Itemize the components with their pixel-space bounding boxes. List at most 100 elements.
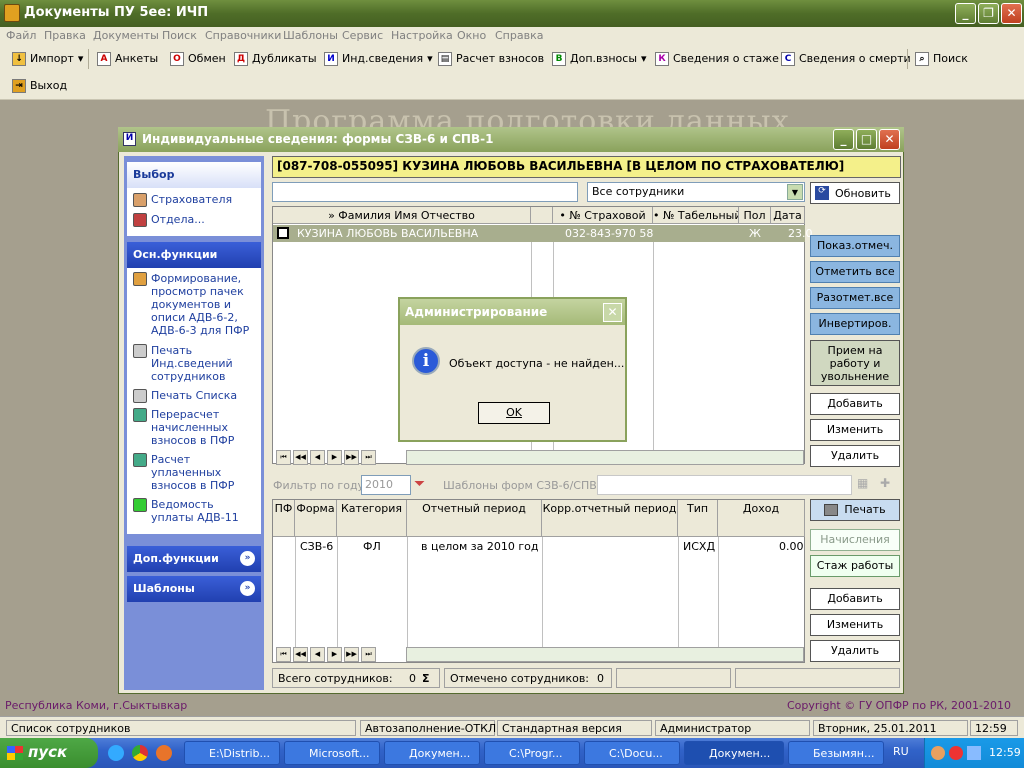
prev-record-button[interactable]: ◀ xyxy=(310,647,325,662)
sidebar-item-vedomost[interactable]: Ведомость уплаты АДВ-11 xyxy=(133,498,255,524)
search-input[interactable] xyxy=(272,182,578,202)
edit-form-button[interactable]: Изменить xyxy=(810,614,900,636)
svedeniya-smerti-button[interactable]: С Сведения о смерти xyxy=(777,47,915,70)
section-vybor-header[interactable]: Выбор xyxy=(127,162,261,188)
col-header-snils[interactable]: • № Страховой xyxy=(553,207,653,224)
menu-templates[interactable]: Шаблоны xyxy=(283,29,338,42)
child-minimize-button[interactable]: _ xyxy=(833,129,854,150)
col-header-pf[interactable]: ПФ xyxy=(273,500,295,537)
col-header-sex[interactable]: Пол xyxy=(739,207,771,224)
row-checkbox[interactable] xyxy=(277,227,289,239)
section-dop-header[interactable]: Доп.функции» xyxy=(127,546,261,572)
menu-service[interactable]: Сервис xyxy=(342,29,383,42)
prev-page-button[interactable]: ◀◀ xyxy=(293,647,308,662)
task-folder-docu[interactable]: C:\Docu... xyxy=(584,741,680,765)
sidebar-item-pechat-spiska[interactable]: Печать Списка xyxy=(133,389,255,403)
col-header-form[interactable]: Форма xyxy=(295,500,337,537)
table-row[interactable]: КУЗИНА ЛЮБОВЬ ВАСИЛЬЕВНА 032-843-970 58 … xyxy=(273,225,813,242)
next-page-button[interactable]: ▶▶ xyxy=(344,647,359,662)
delete-form-button[interactable]: Удалить xyxy=(810,640,900,662)
mark-all-button[interactable]: Отметить все xyxy=(810,261,900,283)
prev-page-button[interactable]: ◀◀ xyxy=(293,450,308,465)
show-marked-button[interactable]: Показ.отмеч. xyxy=(810,235,900,257)
col-header-tab[interactable]: • № Табельный xyxy=(653,207,739,224)
child-close-button[interactable]: ✕ xyxy=(879,129,900,150)
restore-button[interactable]: ❐ xyxy=(978,3,999,24)
refresh-button[interactable]: ⟳ Обновить xyxy=(810,182,900,204)
horizontal-scrollbar[interactable] xyxy=(406,647,804,662)
print-button[interactable]: Печать xyxy=(810,499,900,521)
unmark-all-button[interactable]: Разотмет.все xyxy=(810,287,900,309)
tray-arrow-icon[interactable] xyxy=(931,746,945,760)
templates-select[interactable] xyxy=(597,475,852,495)
template-save-icon[interactable]: ▦ xyxy=(857,476,875,494)
sidebar-item-pereraschet[interactable]: Перерасчет начисленных взносов в ПФР xyxy=(133,408,255,447)
filter-icon[interactable]: ⏷ xyxy=(414,476,434,494)
delete-employee-button[interactable]: Удалить xyxy=(810,445,900,467)
raschet-vznosov-button[interactable]: ▤ Расчет взносов xyxy=(434,47,548,70)
section-shablony-header[interactable]: Шаблоны» xyxy=(127,576,261,602)
col-header-date[interactable]: Дата xyxy=(771,207,805,224)
svedeniya-stazh-button[interactable]: К Сведения о стаже xyxy=(651,47,783,70)
accruals-button[interactable]: Начисления xyxy=(810,529,900,551)
next-record-button[interactable]: ▶ xyxy=(327,450,342,465)
menu-documents[interactable]: Документы xyxy=(93,29,159,42)
tray-volume-icon[interactable] xyxy=(967,746,981,760)
add-form-button[interactable]: Добавить xyxy=(810,588,900,610)
menu-search[interactable]: Поиск xyxy=(162,29,197,42)
col-header-period[interactable]: Отчетный период xyxy=(407,500,542,537)
start-button[interactable]: пуск xyxy=(0,738,98,768)
sidebar-item-otdela[interactable]: Отдела... xyxy=(133,213,205,227)
col-header-type[interactable]: Тип xyxy=(678,500,718,537)
last-record-button[interactable]: ⏭ xyxy=(361,647,376,662)
chrome-icon[interactable] xyxy=(132,745,148,761)
first-record-button[interactable]: ⏮ xyxy=(276,450,291,465)
import-button[interactable]: ↓ Импорт ▾ xyxy=(8,47,87,70)
first-record-button[interactable]: ⏮ xyxy=(276,647,291,662)
close-button[interactable]: ✕ xyxy=(1001,3,1022,24)
task-paint[interactable]: Безымян... xyxy=(788,741,884,765)
ie-icon[interactable] xyxy=(108,745,124,761)
col-header-corr-period[interactable]: Корр.отчетный период xyxy=(542,500,678,537)
horizontal-scrollbar[interactable] xyxy=(406,450,804,465)
table-row[interactable]: СЗВ-6 ФЛ в целом за 2010 год ИСХД 0.00 xyxy=(273,537,805,555)
col-header-category[interactable]: Категория xyxy=(337,500,407,537)
exit-button[interactable]: ⇥ Выход xyxy=(8,74,71,97)
next-page-button[interactable]: ▶▶ xyxy=(344,450,359,465)
hire-fire-button[interactable]: Прием на работу и увольнение xyxy=(810,340,900,386)
dialog-close-button[interactable]: ✕ xyxy=(603,303,622,322)
task-folder-progr[interactable]: C:\Progr... xyxy=(484,741,580,765)
employee-filter-select[interactable]: Все сотрудники ▼ xyxy=(587,182,805,202)
template-add-icon[interactable]: ✚ xyxy=(880,476,898,494)
next-record-button[interactable]: ▶ xyxy=(327,647,342,662)
sidebar-item-raschet-uplach[interactable]: Расчет уплаченных взносов в ПФР xyxy=(133,453,255,492)
add-employee-button[interactable]: Добавить xyxy=(810,393,900,415)
sidebar-item-formirovanie[interactable]: Формирование, просмотр пачек документов … xyxy=(133,272,255,337)
menu-help[interactable]: Справка xyxy=(495,29,543,42)
search-button[interactable]: ⌕ Поиск xyxy=(911,47,972,70)
menu-settings[interactable]: Настройка xyxy=(391,29,453,42)
child-maximize-button[interactable]: □ xyxy=(856,129,877,150)
work-experience-button[interactable]: Стаж работы xyxy=(810,555,900,577)
menu-window[interactable]: Окно xyxy=(457,29,486,42)
task-firefox-docs[interactable]: Докумен... xyxy=(384,741,480,765)
col-header-blank[interactable] xyxy=(531,207,553,224)
menu-edit[interactable]: Правка xyxy=(44,29,86,42)
task-word[interactable]: Microsoft... xyxy=(284,741,380,765)
sum-icon[interactable]: Σ xyxy=(422,672,430,685)
year-stepper[interactable]: 2010 xyxy=(361,475,411,495)
invert-button[interactable]: Инвертиров. xyxy=(810,313,900,335)
dublikaty-button[interactable]: Д Дубликаты xyxy=(230,47,321,70)
menu-references[interactable]: Справочники xyxy=(205,29,281,42)
last-record-button[interactable]: ⏭ xyxy=(361,450,376,465)
obmen-button[interactable]: О Обмен xyxy=(166,47,230,70)
menu-file[interactable]: Файл xyxy=(6,29,36,42)
ind-svedeniya-button[interactable]: И Инд.сведения ▾ xyxy=(320,47,437,70)
col-header-fio[interactable]: » Фамилия Имя Отчество xyxy=(273,207,531,224)
col-header-income[interactable]: Доход xyxy=(718,500,805,537)
minimize-button[interactable]: _ xyxy=(955,3,976,24)
sidebar-item-pechat-ind[interactable]: Печать Инд.сведений сотрудников xyxy=(133,344,255,383)
edit-employee-button[interactable]: Изменить xyxy=(810,419,900,441)
prev-record-button[interactable]: ◀ xyxy=(310,450,325,465)
sidebar-item-strahovatelya[interactable]: Страхователя xyxy=(133,193,232,207)
